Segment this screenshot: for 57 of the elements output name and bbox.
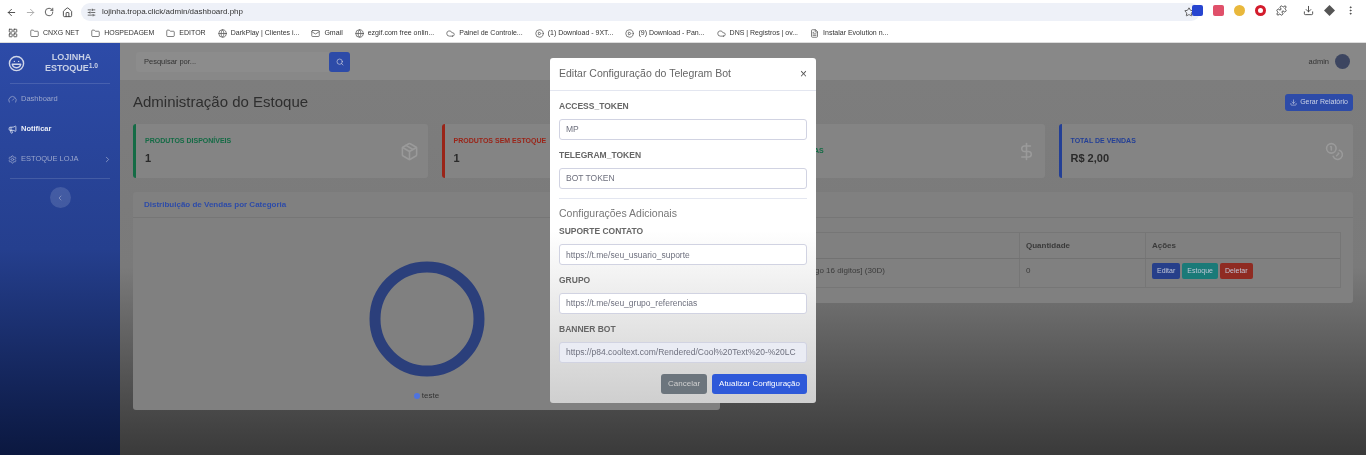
extension-icon[interactable] [1324, 5, 1335, 16]
input-field[interactable]: https://t.me/seu_grupo_referencias [559, 292, 807, 314]
extensions-icon[interactable] [1276, 5, 1287, 16]
page-title: Administração do Estoque [133, 91, 309, 112]
download-icon[interactable] [1303, 5, 1314, 16]
site-info-icon[interactable] [87, 7, 96, 17]
gauge-icon [8, 94, 17, 104]
brand-subtitle: ESTOQUE$^{1.0}$ [44, 63, 99, 74]
play-icon [625, 28, 635, 38]
close-button[interactable]: × [800, 68, 807, 80]
brand-name: LOJINHA [51, 52, 92, 63]
folder-icon [91, 28, 101, 38]
search-icon [335, 57, 344, 66]
dialog-button[interactable]: Atualizar Configuração [712, 374, 807, 394]
legend-label: teste [421, 390, 440, 402]
card-value: 1 [145, 150, 153, 166]
chevron-icon [56, 193, 64, 202]
input-field[interactable]: MP [559, 118, 807, 140]
globe-icon [217, 28, 227, 38]
field-label: ACCESS_TOKEN [559, 100, 630, 113]
input-field[interactable]: https://p84.cooltext.com/Rendered/Cool%20Text%20-%20LC [559, 341, 807, 363]
field-label: GRUPO [559, 274, 592, 287]
field-label: BANNER BOT [559, 322, 617, 336]
input-field[interactable]: https://t.me/seu_usuario_suporte [559, 244, 807, 265]
card-value: R$ 2,00 [1070, 150, 1111, 166]
back-icon[interactable] [6, 6, 17, 18]
folder-icon [166, 28, 176, 38]
field-label: SUPORTE CONTATO [559, 225, 645, 238]
download-icon [1290, 98, 1298, 106]
chevron-icon [103, 154, 112, 164]
modal-title: Editar Configuração do Telegram Bot [559, 66, 731, 82]
home-icon[interactable] [62, 6, 73, 18]
gear-icon [8, 154, 17, 164]
globe-icon [354, 28, 364, 38]
field-label: TELEGRAM_TOKEN [559, 148, 643, 162]
column-header: Quantidade [1019, 233, 1145, 258]
address-bar[interactable]: lojinha.tropa.click/admin/dashboard.php [81, 3, 1200, 21]
avatar [1335, 54, 1350, 69]
reload-icon[interactable] [44, 7, 54, 17]
section-title: Configurações Adicionais [559, 205, 678, 221]
apps-icon[interactable] [8, 28, 18, 38]
cloud-icon [716, 28, 726, 38]
card-value: 1 [453, 150, 461, 166]
document-icon [810, 28, 820, 38]
cloud-icon [446, 28, 456, 38]
mail-icon [311, 28, 321, 38]
folder-icon [30, 28, 39, 38]
star-icon[interactable] [1184, 7, 1194, 17]
extension-icon[interactable] [1255, 5, 1266, 16]
input-field[interactable]: BOT TOKEN [559, 167, 807, 189]
logo-icon [8, 54, 25, 72]
url-text: lojinha.tropa.click/admin/dashboard.php [102, 6, 243, 18]
extension-icon[interactable] [1192, 5, 1203, 16]
panel-title: Distribuição de Vendas por Categoria [144, 198, 287, 211]
play-icon [534, 28, 544, 38]
column-header: Ações [1145, 233, 1340, 258]
megaphone-icon [8, 124, 17, 134]
